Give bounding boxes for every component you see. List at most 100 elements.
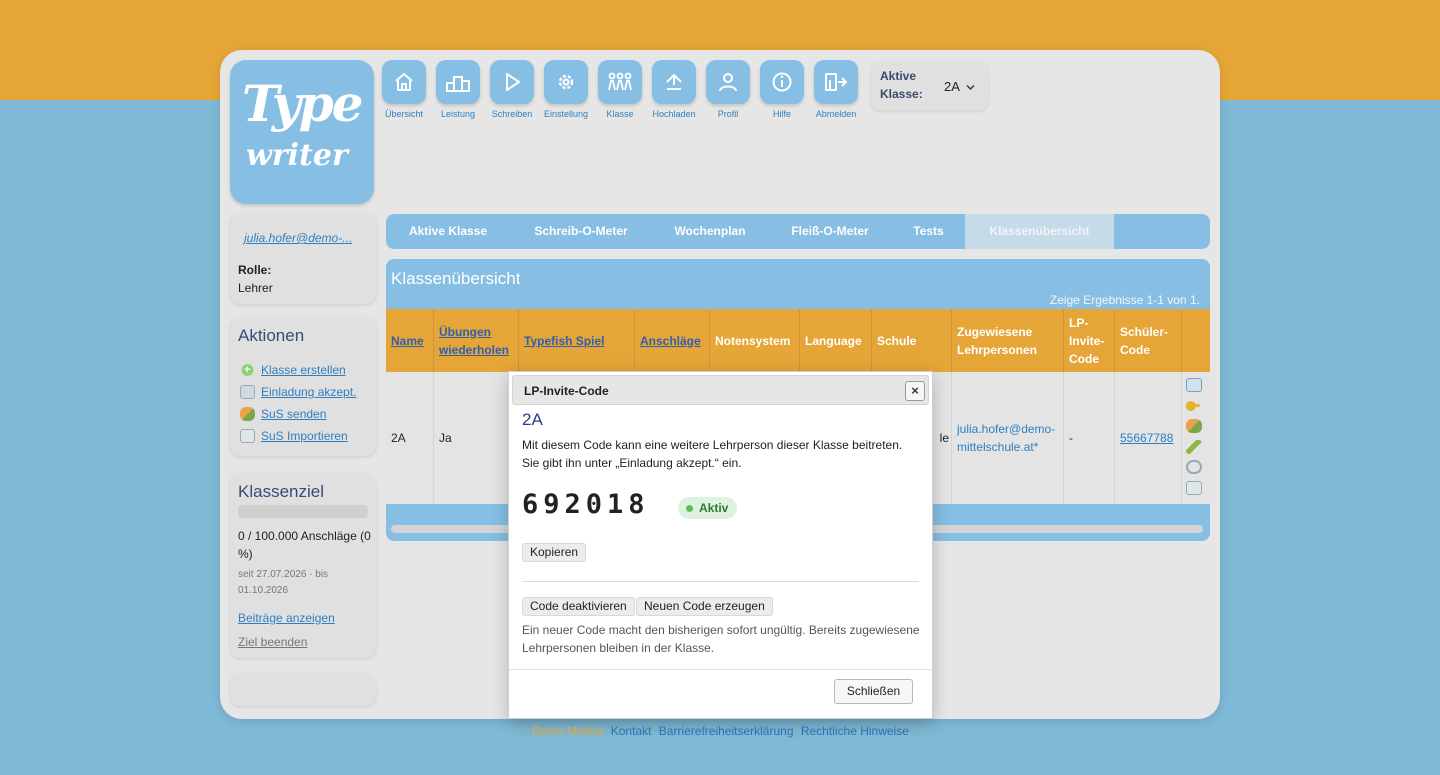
dialog-class-name: 2A [522,410,543,429]
logout-icon [814,60,858,104]
toolbar-label: Hilfe [772,109,791,119]
close-button[interactable]: Schließen [834,679,913,704]
key-icon[interactable] [1186,398,1202,413]
footer-link-kontakt[interactable]: Kontakt [611,724,652,738]
action-label: SuS Importieren [261,429,348,443]
tab-wochenplan[interactable]: Wochenplan [652,214,768,249]
dialog-header: LP-Invite-Code × [512,375,929,405]
logo-line-1: Type [242,74,364,133]
footer-link-barrierefreiheit[interactable]: Barrierefreiheitserklärung [659,724,794,738]
send-mail-icon[interactable] [1186,378,1202,392]
tab-tests[interactable]: Tests [892,214,965,249]
group-icon [598,60,642,104]
dialog-footer-divider [509,669,932,670]
action-sus-importieren[interactable]: SuS Importieren [240,429,348,443]
toolbar-profil[interactable]: Profil [698,60,758,119]
chevron-down-icon [966,79,975,94]
results-count: Zeige Ergebnisse 1-1 von 1. [1049,293,1200,307]
goal-progress-bar [238,505,368,518]
footer-mode: Demo Modus [532,724,604,738]
close-icon[interactable]: × [905,381,925,401]
dialog-note: Ein neuer Code macht den bisherigen sofo… [522,623,920,655]
footer-link-rechtliches[interactable]: Rechtliche Hinweise [801,724,909,738]
active-class-box: Aktive Klasse: 2A [871,62,988,110]
show-contributions-link[interactable]: Beiträge anzeigen [238,611,335,625]
regenerate-code-button[interactable]: Neuen Code erzeugen [636,597,773,616]
column-header[interactable]: Typefish Spiel [519,309,635,372]
action-label: Einladung akzept. [261,385,357,399]
podium-icon [436,60,480,104]
column-header[interactable]: Übungen wiederholen [434,309,519,372]
status-badge: Aktiv [678,497,738,519]
user-icon [706,60,750,104]
role-label: Rolle: [238,263,272,277]
cell-student-code[interactable]: 55667788 [1115,372,1182,504]
plus-circle-icon: + [240,363,255,377]
column-header: Language [800,309,872,372]
copy-button[interactable]: Kopieren [522,543,587,562]
column-header[interactable]: Anschläge [635,309,710,372]
overview-title: Klassenübersicht [391,269,521,288]
link-icon[interactable] [1186,460,1202,475]
actions-card: Aktionen + Klasse erstellen Einladung ak… [230,318,376,456]
action-klasse-erstellen[interactable]: + Klasse erstellen [240,363,346,377]
home-icon [382,60,426,104]
dialog-description: Mit diesem Code kann eine weitere Lehrpe… [522,438,903,470]
cell-repeat: Ja [434,372,519,504]
goal-dates: seit 27.07.2026 · bis 01.10.2026 [238,569,329,596]
class-goal-card: Klassenziel 0 / 100.000 Anschläge (0 %) … [230,474,376,658]
deactivate-code-button[interactable]: Code deaktivieren [522,597,635,616]
tab-schreib-o-meter[interactable]: Schreib-O-Meter [510,214,652,249]
typewriter-logo[interactable]: Type writer [230,60,374,204]
main-toolbar: Übersicht Leistung Schreiben Einstellung… [382,60,882,124]
toolbar-hochladen[interactable]: Hochladen [644,60,704,119]
empty-card [230,674,376,706]
users-icon [240,407,255,421]
import-icon [240,429,255,443]
toolbar-leistung[interactable]: Leistung [428,60,488,119]
tab-bar: Aktive Klasse Schreib-O-Meter Wochenplan… [386,214,1210,249]
info-icon [760,60,804,104]
user-email-link[interactable]: julia.hofer@demo-... [244,231,352,245]
user-card: julia.hofer@demo-... Rolle: Lehrer [230,214,376,304]
users-icon[interactable] [1186,419,1202,434]
end-goal-link[interactable]: Ziel beenden [238,635,307,649]
status-dot-icon [686,504,693,512]
role-value: Lehrer [238,281,273,295]
row-actions [1186,378,1204,502]
toolbar-schreiben[interactable]: Schreiben [482,60,542,119]
toolbar-hilfe[interactable]: Hilfe [752,60,812,119]
divider [522,581,919,582]
tab-aktive-klasse[interactable]: Aktive Klasse [386,214,510,249]
invite-code: 692018 [522,489,650,520]
tab-klassenuebersicht[interactable]: Klassenübersicht [965,214,1114,249]
column-header: Schule [872,309,952,372]
cell-teachers[interactable]: julia.hofer@demo-mittelschule.at* [952,372,1064,504]
email-icon[interactable] [1186,480,1202,495]
action-sus-senden[interactable]: SuS senden [240,407,326,421]
cell-name: 2A [386,372,434,504]
footer: Demo Modus Kontakt Barrierefreiheitserkl… [532,724,909,738]
action-label: SuS senden [261,407,327,421]
toolbar-uebersicht[interactable]: Übersicht [374,60,434,119]
actions-title: Aktionen [238,326,305,345]
column-header: Schüler-Code [1115,309,1182,372]
active-class-select[interactable]: 2A [944,79,975,94]
toolbar-label: Abmelden [815,109,857,119]
column-header: Zugewiesene Lehrpersonen [952,309,1064,372]
table-header: Name Übungen wiederholen Typefish Spiel … [386,309,1210,372]
tab-fleiss-o-meter[interactable]: Fleiß-O-Meter [768,214,892,249]
play-icon [490,60,534,104]
invite-code-dialog: LP-Invite-Code × 2A Mit diesem Code kann… [508,371,933,719]
toolbar-klasse[interactable]: Klasse [590,60,650,119]
toolbar-label: Übersicht [384,109,423,119]
toolbar-label: Hochladen [652,109,696,119]
toolbar-einstellung[interactable]: Einstellung [536,60,596,119]
action-einladung-akzept[interactable]: Einladung akzept. [240,385,356,399]
class-goal-title: Klassenziel [238,482,324,501]
pencil-icon[interactable] [1186,439,1202,454]
toolbar-abmelden[interactable]: Abmelden [806,60,866,119]
column-header[interactable]: Name [386,309,434,372]
column-header: Notensystem [710,309,800,372]
upload-icon [652,60,696,104]
